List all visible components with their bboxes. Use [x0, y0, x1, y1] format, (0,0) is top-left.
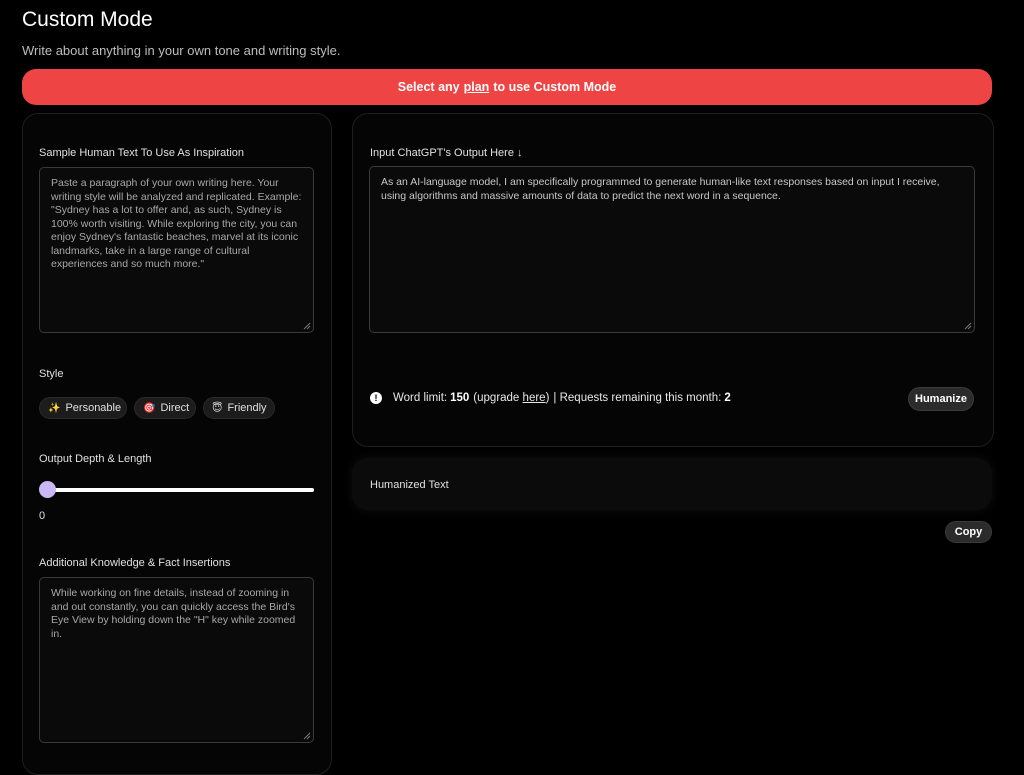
- input-label: Input ChatGPT's Output Here ↓: [370, 147, 523, 159]
- sparkles-icon: ✨: [48, 402, 61, 414]
- upgrade-prefix: (upgrade: [473, 392, 520, 404]
- requests-remaining: 2: [724, 392, 731, 404]
- style-chip-friendly[interactable]: 😇 Friendly: [203, 397, 275, 419]
- depth-slider-track[interactable]: [44, 488, 314, 492]
- page-subtitle: Write about anything in your own tone an…: [22, 43, 341, 58]
- banner-prefix: Select any: [397, 80, 460, 94]
- resize-handle-icon[interactable]: [303, 732, 311, 740]
- sample-text-placeholder: Paste a paragraph of your own writing he…: [51, 177, 302, 270]
- chatgpt-output-input[interactable]: As an AI-language model, I am specifical…: [369, 166, 975, 333]
- word-limit-label: Word limit:: [393, 392, 448, 404]
- style-chip-label: Personable: [65, 402, 122, 414]
- resize-handle-icon[interactable]: [303, 322, 311, 330]
- upgrade-banner: Select any plan to use Custom Mode: [22, 69, 992, 105]
- depth-slider-thumb[interactable]: [39, 481, 56, 498]
- page-title: Custom Mode: [22, 8, 153, 31]
- word-limit-info: ! Word limit: 150 (upgrade here) | Reque…: [370, 392, 731, 404]
- humanize-button[interactable]: Humanize: [908, 387, 974, 411]
- plan-link[interactable]: plan: [464, 80, 490, 94]
- sample-text-input[interactable]: Paste a paragraph of your own writing he…: [39, 167, 314, 333]
- depth-value: 0: [39, 510, 46, 522]
- upgrade-suffix: ): [545, 392, 550, 404]
- knowledge-placeholder: While working on fine details, instead o…: [51, 587, 296, 640]
- banner-suffix: to use Custom Mode: [493, 80, 617, 94]
- smiling-face-icon: 😇: [212, 402, 223, 414]
- knowledge-input[interactable]: While working on fine details, instead o…: [39, 577, 314, 743]
- sample-text-label: Sample Human Text To Use As Inspiration: [39, 147, 245, 159]
- humanized-text-label: Humanized Text: [370, 479, 449, 491]
- knowledge-label: Additional Knowledge & Fact Insertions: [39, 557, 231, 569]
- copy-button[interactable]: Copy: [945, 521, 992, 543]
- style-label: Style: [39, 368, 64, 380]
- target-icon: 🎯: [143, 402, 156, 414]
- style-chip-personable[interactable]: ✨ Personable: [39, 397, 127, 419]
- resize-handle-icon[interactable]: [964, 322, 972, 330]
- depth-label: Output Depth & Length: [39, 453, 152, 465]
- requests-label: | Requests remaining this month:: [553, 392, 722, 404]
- info-icon: !: [370, 392, 382, 404]
- style-chip-label: Direct: [160, 402, 190, 414]
- style-chip-direct[interactable]: 🎯 Direct: [134, 397, 196, 419]
- style-chip-label: Friendly: [227, 402, 267, 414]
- upgrade-link[interactable]: here: [523, 392, 546, 404]
- word-limit-value: 150: [450, 392, 470, 404]
- chatgpt-output-value: As an AI-language model, I am specifical…: [381, 176, 940, 202]
